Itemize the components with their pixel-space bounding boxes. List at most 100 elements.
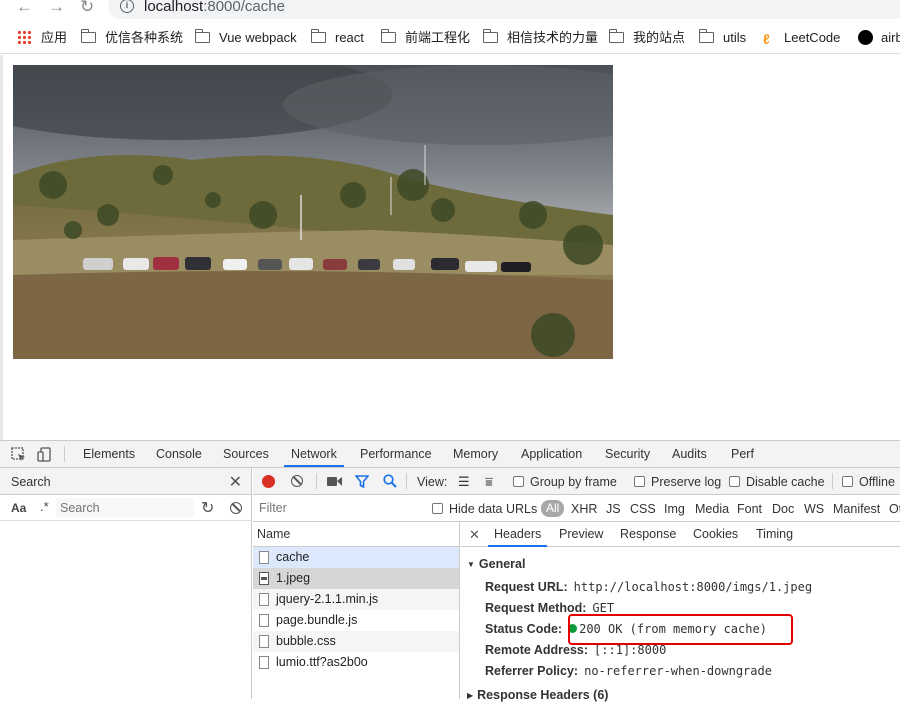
tab-cookies[interactable]: Cookies — [693, 522, 738, 547]
inspect-element-icon[interactable] — [11, 447, 26, 462]
address-bar-row: ← → ↻ i localhost:8000/cache — [0, 0, 900, 20]
close-icon[interactable]: ✕ — [469, 522, 480, 547]
back-arrow-icon[interactable]: ← — [16, 0, 33, 17]
filter-type-js[interactable]: JS — [606, 502, 621, 516]
bookmark-folder[interactable]: 前端工程化 — [380, 29, 470, 47]
image-file-icon — [259, 572, 269, 585]
request-url-field: Request URL: http://localhost:8000/imgs/1… — [485, 580, 813, 594]
forward-arrow-icon[interactable]: → — [48, 0, 65, 17]
tab-console[interactable]: Console — [156, 441, 202, 467]
offline-checkbox[interactable]: Offline — [842, 475, 895, 489]
tab-elements[interactable]: Elements — [83, 441, 135, 467]
bookmark-folder[interactable]: 我的站点 — [608, 29, 685, 47]
match-case-toggle[interactable]: Aa — [11, 501, 26, 515]
filter-type-font[interactable]: Font — [737, 502, 762, 516]
tab-network[interactable]: Network — [284, 441, 344, 467]
tab-headers[interactable]: Headers — [488, 522, 548, 547]
folder-icon — [380, 29, 396, 43]
toolbar-divider — [316, 473, 317, 489]
clear-log-icon[interactable] — [291, 475, 303, 487]
stylesheet-file-icon — [259, 635, 269, 648]
bookmark-folder[interactable]: 优信各种系统 — [80, 29, 183, 47]
toolbar-divider — [64, 446, 65, 462]
request-row[interactable]: bubble.css — [253, 631, 459, 652]
filter-type-media[interactable]: Media — [695, 502, 729, 516]
view-label: View: — [417, 475, 448, 489]
tab-application[interactable]: Application — [521, 441, 582, 467]
group-by-frame-checkbox[interactable]: Group by frame — [513, 475, 617, 489]
folder-icon — [80, 29, 96, 43]
filter-type-css[interactable]: CSS — [630, 502, 656, 516]
close-icon[interactable]: ✕ — [229, 472, 242, 492]
filter-type-other[interactable]: Ot — [889, 502, 900, 516]
general-section-toggle[interactable]: General — [467, 557, 526, 571]
request-row[interactable]: page.bundle.js — [253, 610, 459, 631]
request-list: Name cache 1.jpeg jquery-2.1.1.min.js pa… — [253, 522, 460, 699]
search-panel-title: Search — [11, 475, 51, 489]
github-icon — [858, 30, 873, 45]
large-rows-icon[interactable]: ☰ — [458, 474, 470, 490]
folder-icon — [482, 29, 498, 43]
filter-input[interactable] — [255, 498, 419, 518]
tab-memory[interactable]: Memory — [453, 441, 498, 467]
waterfall-overview-icon[interactable]: ⩸ — [485, 474, 493, 490]
request-row[interactable]: jquery-2.1.1.min.js — [253, 589, 459, 610]
bookmark-leetcode[interactable]: ℓ LeetCode — [763, 29, 840, 47]
url-text[interactable]: localhost:8000/cache — [144, 0, 285, 15]
bookmark-apps[interactable]: 应用 — [17, 29, 67, 47]
clear-icon[interactable] — [230, 502, 242, 514]
hide-data-urls-checkbox[interactable]: Hide data URLs — [432, 502, 537, 516]
regex-toggle[interactable]: .* — [40, 499, 49, 514]
tab-preview[interactable]: Preview — [559, 522, 603, 547]
bookmark-github[interactable]: airb — [858, 29, 900, 47]
filter-funnel-icon[interactable] — [355, 475, 369, 488]
disable-cache-checkbox[interactable]: Disable cache — [729, 475, 825, 489]
site-info-icon[interactable]: i — [120, 0, 134, 13]
filter-type-img[interactable]: Img — [664, 502, 685, 516]
tab-audits[interactable]: Audits — [672, 441, 707, 467]
filter-type-all[interactable]: All — [541, 500, 565, 517]
devtools-panel: Elements Console Sources Network Perform… — [0, 440, 900, 702]
request-row[interactable]: lumio.ttf?as2b0o — [253, 652, 459, 673]
bookmark-folder[interactable]: 相信技术的力量 — [482, 29, 598, 47]
folder-icon — [698, 29, 714, 43]
request-detail-panel: ✕ Headers Preview Response Cookies Timin… — [461, 522, 900, 702]
tab-sources[interactable]: Sources — [223, 441, 269, 467]
tab-timing[interactable]: Timing — [756, 522, 793, 547]
font-file-icon — [259, 656, 269, 669]
script-file-icon — [259, 593, 269, 606]
page-viewport — [0, 55, 900, 440]
request-row-selected[interactable]: 1.jpeg — [253, 568, 459, 589]
filter-type-xhr[interactable]: XHR — [571, 502, 597, 516]
search-panel: Search ✕ Aa .* ↻ — [0, 468, 252, 699]
device-toolbar-icon[interactable] — [37, 447, 52, 462]
devtools-tab-bar: Elements Console Sources Network Perform… — [0, 441, 900, 468]
tab-security[interactable]: Security — [605, 441, 650, 467]
search-icon[interactable] — [383, 474, 397, 488]
tab-perf[interactable]: Perf — [731, 441, 754, 467]
bookmark-folder[interactable]: Vue webpack — [194, 29, 297, 47]
refresh-icon[interactable]: ↻ — [201, 498, 214, 518]
preserve-log-checkbox[interactable]: Preserve log — [634, 475, 721, 489]
name-column-header[interactable]: Name — [253, 522, 459, 547]
filter-type-doc[interactable]: Doc — [772, 502, 794, 516]
tab-performance[interactable]: Performance — [360, 441, 432, 467]
tab-response[interactable]: Response — [620, 522, 676, 547]
request-row[interactable]: cache — [253, 547, 459, 568]
reload-icon[interactable]: ↻ — [80, 0, 94, 17]
filter-type-ws[interactable]: WS — [804, 502, 824, 516]
search-input[interactable] — [56, 498, 194, 517]
bookmark-folder[interactable]: utils — [698, 29, 746, 47]
omnibox[interactable]: i localhost:8000/cache — [108, 0, 900, 19]
referrer-policy-field: Referrer Policy: no-referrer-when-downgra… — [485, 664, 772, 678]
response-headers-section-toggle[interactable]: Response Headers (6) — [467, 688, 608, 702]
annotation-highlight-box — [568, 614, 793, 645]
script-file-icon — [259, 614, 269, 627]
filter-type-manifest[interactable]: Manifest — [833, 502, 880, 516]
record-icon[interactable] — [262, 475, 275, 488]
detail-tab-bar: ✕ Headers Preview Response Cookies Timin… — [461, 522, 900, 547]
video-camera-icon[interactable] — [327, 476, 342, 487]
bookmark-folder[interactable]: react — [310, 29, 364, 47]
search-panel-header: Search ✕ — [0, 468, 251, 495]
search-options-row: Aa .* ↻ — [0, 495, 251, 521]
